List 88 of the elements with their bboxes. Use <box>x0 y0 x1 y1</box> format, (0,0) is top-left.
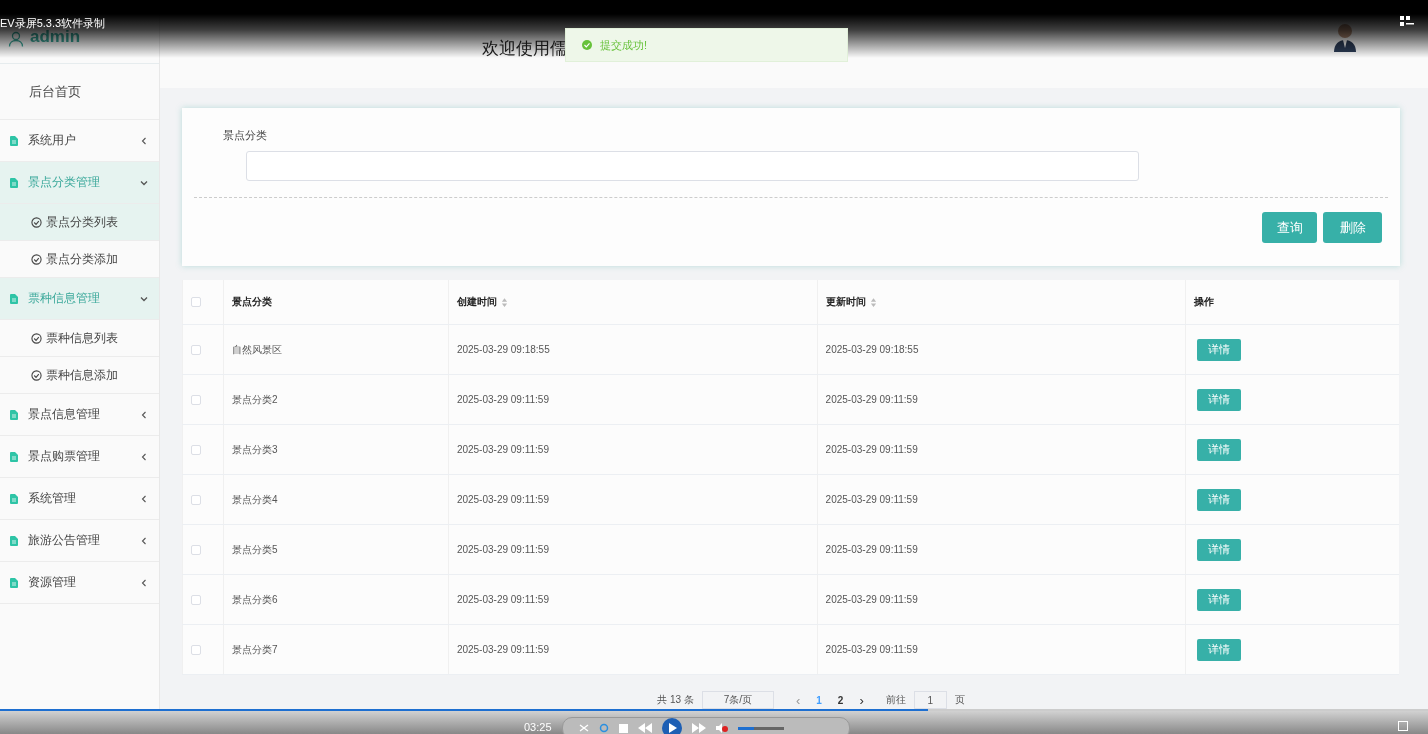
table-cell: 2025-03-29 09:11:59 <box>825 494 918 505</box>
layout-icon[interactable] <box>1400 16 1414 26</box>
checkbox[interactable] <box>191 644 201 655</box>
column-header: 更新时间 <box>825 295 866 309</box>
chevron-left-icon <box>139 535 149 546</box>
document-icon <box>10 177 18 188</box>
document-icon <box>10 293 18 304</box>
check-circle-icon <box>31 253 42 265</box>
table-cell: 2025-03-29 09:11:59 <box>825 544 918 555</box>
table-cell: 2025-03-29 09:18:55 <box>825 344 919 355</box>
sort-icon[interactable] <box>869 297 877 307</box>
table-cell: 2025-03-29 09:11:59 <box>456 494 549 505</box>
table-cell: 2025-03-29 09:11:59 <box>456 444 549 455</box>
avatar-icon[interactable] <box>1332 22 1358 52</box>
column-header: 创建时间 <box>456 295 497 309</box>
document-icon <box>10 493 18 504</box>
page-button[interactable]: 2 <box>833 694 848 706</box>
table-cell: 景点分类5 <box>232 543 278 555</box>
table-cell: 2025-03-29 09:11:59 <box>456 544 549 555</box>
column-header: 操作 <box>1194 295 1215 309</box>
document-icon <box>10 577 18 588</box>
checkbox[interactable] <box>191 544 201 555</box>
document-icon <box>10 451 18 462</box>
table-cell: 2025-03-29 09:11:59 <box>456 594 549 605</box>
document-icon <box>10 135 18 146</box>
table-cell: 景点分类7 <box>232 643 278 655</box>
table-cell: 2025-03-29 09:11:59 <box>825 644 918 655</box>
menu-group[interactable]: 景点信息管理 <box>0 394 159 436</box>
chevron-left-icon <box>139 409 149 420</box>
table-cell: 景点分类2 <box>232 393 278 405</box>
chevron-left-icon <box>139 135 149 146</box>
check-circle-icon <box>31 332 42 344</box>
chevron-left-icon <box>139 493 149 504</box>
table-cell: 自然风景区 <box>232 343 282 355</box>
checkbox[interactable] <box>191 344 201 355</box>
page-input[interactable]: 1 <box>913 691 947 709</box>
recorder-title: EV录屏5.3.3软件录制 <box>0 16 106 29</box>
play-icon[interactable] <box>662 718 682 734</box>
stop-icon[interactable] <box>619 723 628 733</box>
success-icon <box>582 40 592 50</box>
checkbox[interactable] <box>191 594 201 605</box>
page-size-select[interactable]: 7条/页 <box>701 691 774 709</box>
submenu-item[interactable]: 景点分类列表 <box>0 204 159 241</box>
submenu-item[interactable]: 票种信息添加 <box>0 357 159 394</box>
mute-icon[interactable] <box>716 723 728 733</box>
goto-suffix: 页 <box>954 693 965 707</box>
menu-group[interactable]: 景点购票管理 <box>0 436 159 478</box>
field-label: 景点分类 <box>223 128 267 143</box>
goto-label: 前往 <box>885 693 906 707</box>
next-page-button[interactable]: › <box>855 692 868 708</box>
volume-slider[interactable] <box>738 726 784 730</box>
checkbox[interactable] <box>191 394 201 405</box>
checkbox[interactable] <box>191 297 201 307</box>
document-icon <box>10 409 18 420</box>
column-header: 景点分类 <box>232 295 272 309</box>
table-cell: 2025-03-29 09:11:59 <box>825 594 918 605</box>
table-cell: 景点分类4 <box>232 493 278 505</box>
checkbox[interactable] <box>191 444 201 455</box>
table-cell: 2025-03-29 09:11:59 <box>456 644 549 655</box>
rewind-icon[interactable] <box>638 723 652 733</box>
menu-group[interactable]: 系统管理 <box>0 478 159 520</box>
playback-time: 03:25 <box>524 721 552 733</box>
check-circle-icon <box>31 216 42 228</box>
submenu-item[interactable]: 票种信息列表 <box>0 320 159 357</box>
checkbox[interactable] <box>191 494 201 505</box>
menu-item[interactable]: 后台首页 <box>0 64 159 120</box>
document-icon <box>10 535 18 546</box>
toast-message: 提交成功! <box>600 37 648 53</box>
username: admin <box>30 27 81 47</box>
check-circle-icon <box>31 369 42 381</box>
chevron-left-icon <box>139 577 149 588</box>
user-icon <box>8 31 24 47</box>
shuffle-icon[interactable] <box>579 723 589 733</box>
table-cell: 景点分类6 <box>232 593 278 605</box>
table-cell: 2025-03-29 09:11:59 <box>825 394 918 405</box>
table-cell: 2025-03-29 09:11:59 <box>825 444 918 455</box>
page-title: 欢迎使用儒 <box>482 37 567 60</box>
repeat-icon[interactable] <box>599 723 609 733</box>
table-cell: 景点分类3 <box>232 443 278 455</box>
table-cell: 2025-03-29 09:18:55 <box>456 344 550 355</box>
menu-group[interactable]: 旅游公告管理 <box>0 520 159 562</box>
total-count: 共 13 条 <box>657 693 694 707</box>
category-input[interactable] <box>246 151 1139 181</box>
fast-forward-icon[interactable] <box>692 723 706 733</box>
sort-icon[interactable] <box>500 297 508 307</box>
chevron-left-icon <box>139 451 149 462</box>
fullscreen-icon[interactable] <box>1398 721 1408 731</box>
table-cell: 2025-03-29 09:11:59 <box>456 394 549 405</box>
